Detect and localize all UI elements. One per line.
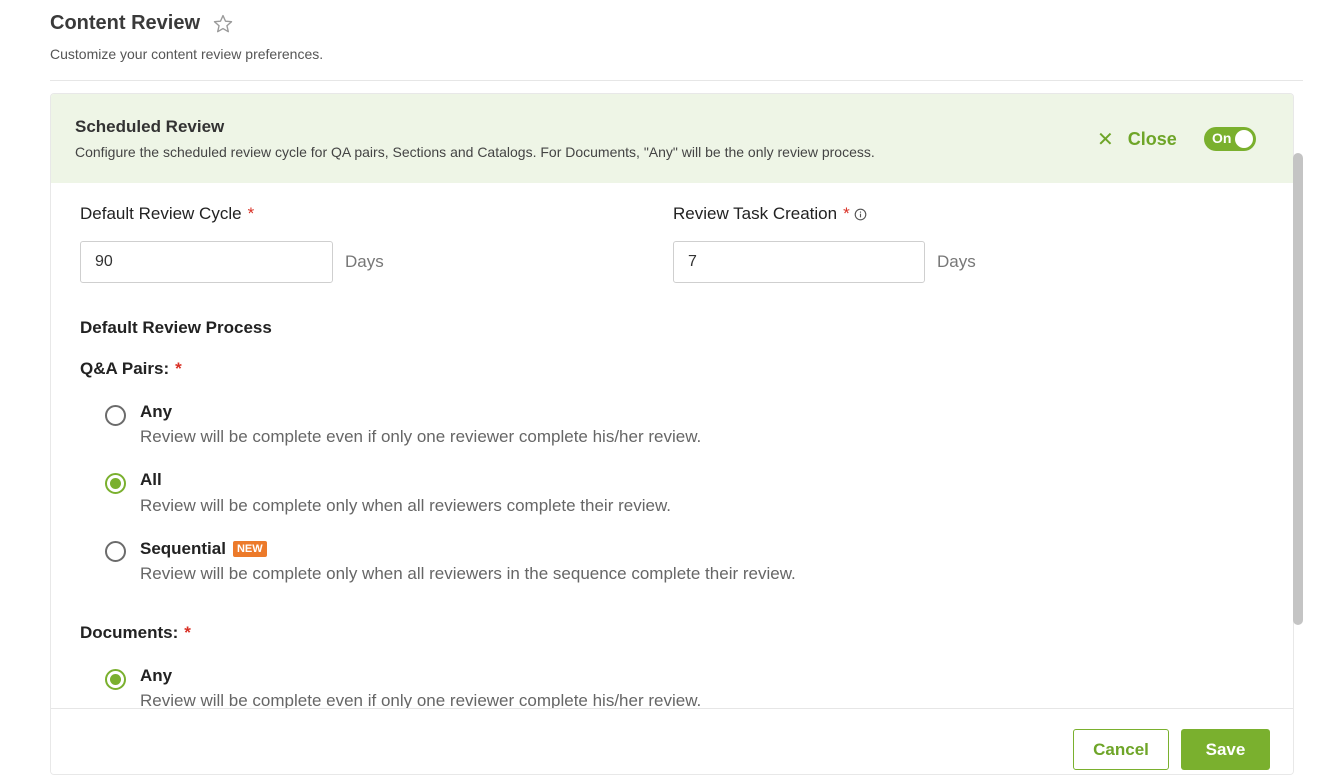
- required-marker: *: [184, 623, 191, 642]
- close-button[interactable]: ✕ Close: [1097, 127, 1177, 152]
- qa-option-sequential-desc: Review will be complete only when all re…: [140, 564, 796, 583]
- required-marker: *: [247, 204, 255, 223]
- required-marker: *: [843, 204, 850, 223]
- documents-option-any-title: Any: [140, 666, 173, 685]
- star-icon[interactable]: [212, 13, 234, 35]
- panel-title: Scheduled Review: [75, 117, 225, 136]
- qa-pairs-label-text: Q&A Pairs:: [80, 359, 170, 378]
- save-button[interactable]: Save: [1181, 729, 1270, 770]
- new-badge: NEW: [232, 541, 267, 557]
- page-header: Content Review Customize your content re…: [50, 0, 1303, 81]
- review-cycle-unit: Days: [345, 252, 384, 271]
- documents-label: Documents: *: [80, 623, 191, 643]
- scrollbar[interactable]: [1293, 153, 1303, 625]
- page-title-row: Content Review: [50, 12, 234, 35]
- scheduled-review-panel: Scheduled Review Configure the scheduled…: [50, 93, 1294, 775]
- page-subtitle: Customize your content review preference…: [50, 46, 324, 62]
- panel-footer: Cancel Save: [51, 708, 1293, 774]
- review-process-title: Default Review Process: [80, 318, 272, 337]
- required-marker: *: [175, 359, 182, 378]
- close-label: Close: [1127, 129, 1177, 149]
- review-cycle-input[interactable]: [80, 241, 333, 283]
- info-icon[interactable]: [854, 208, 867, 221]
- task-creation-label: Review Task Creation *: [673, 204, 867, 224]
- qa-option-sequential-title: Sequential NEW: [140, 539, 267, 559]
- review-cycle-label: Default Review Cycle *: [80, 204, 254, 224]
- qa-option-sequential-radio[interactable]: [105, 541, 126, 562]
- toggle-label: On: [1212, 130, 1232, 146]
- task-creation-label-text: Review Task Creation: [673, 204, 838, 223]
- qa-option-any-radio[interactable]: [105, 405, 126, 426]
- panel-header: Scheduled Review Configure the scheduled…: [51, 94, 1293, 183]
- qa-option-any-title: Any: [140, 402, 173, 421]
- documents-option-any-radio[interactable]: [105, 669, 126, 690]
- cancel-button[interactable]: Cancel: [1073, 729, 1169, 770]
- qa-option-any-desc: Review will be complete even if only one…: [140, 427, 702, 446]
- scheduled-review-toggle[interactable]: On: [1204, 127, 1256, 151]
- qa-option-all-title: All: [140, 470, 162, 489]
- qa-option-all-radio[interactable]: [105, 473, 126, 494]
- review-cycle-label-text: Default Review Cycle: [80, 204, 242, 223]
- page-title: Content Review: [50, 12, 201, 34]
- qa-option-sequential-title-text: Sequential: [140, 539, 226, 558]
- panel-description: Configure the scheduled review cycle for…: [75, 144, 875, 160]
- documents-label-text: Documents:: [80, 623, 179, 642]
- qa-option-all-desc: Review will be complete only when all re…: [140, 496, 672, 515]
- close-icon: ✕: [1097, 129, 1114, 151]
- task-creation-unit: Days: [937, 252, 976, 271]
- toggle-knob: [1235, 130, 1253, 148]
- task-creation-input[interactable]: [673, 241, 925, 283]
- qa-pairs-label: Q&A Pairs: *: [80, 359, 182, 379]
